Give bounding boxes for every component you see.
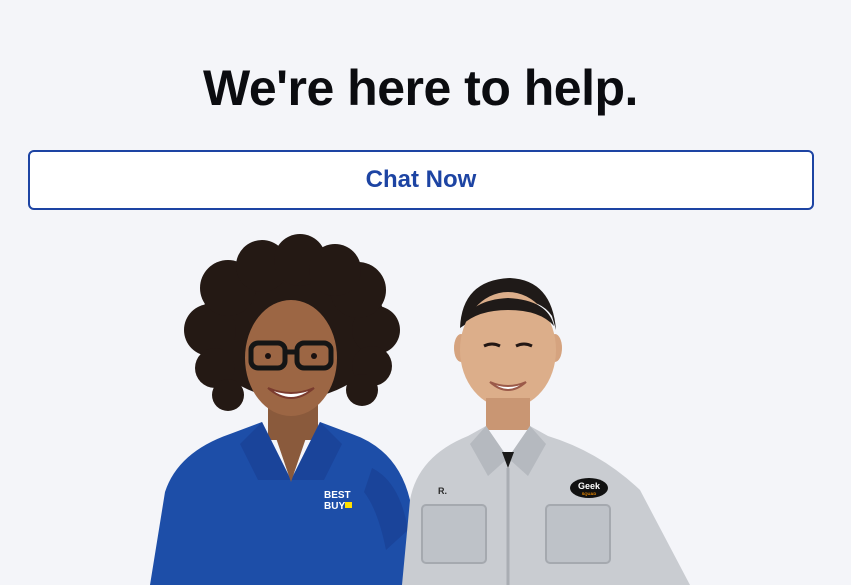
svg-text:BEST: BEST xyxy=(324,490,351,501)
name-tag-text: R. xyxy=(438,486,447,496)
support-agents-image: BEST BUY R. Geek SQUAD xyxy=(0,230,851,585)
agent-man: R. Geek SQUAD xyxy=(402,278,690,585)
chat-now-button[interactable]: Chat Now xyxy=(28,150,814,210)
agent-woman: BEST BUY xyxy=(150,234,412,585)
svg-text:SQUAD: SQUAD xyxy=(582,491,597,496)
svg-text:BUY: BUY xyxy=(324,501,345,512)
support-agents-illustration: BEST BUY R. Geek SQUAD xyxy=(150,234,690,585)
page-headline: We're here to help. xyxy=(203,60,638,116)
svg-text:Geek: Geek xyxy=(578,481,601,491)
geek-squad-badge-icon: Geek SQUAD xyxy=(570,478,608,498)
